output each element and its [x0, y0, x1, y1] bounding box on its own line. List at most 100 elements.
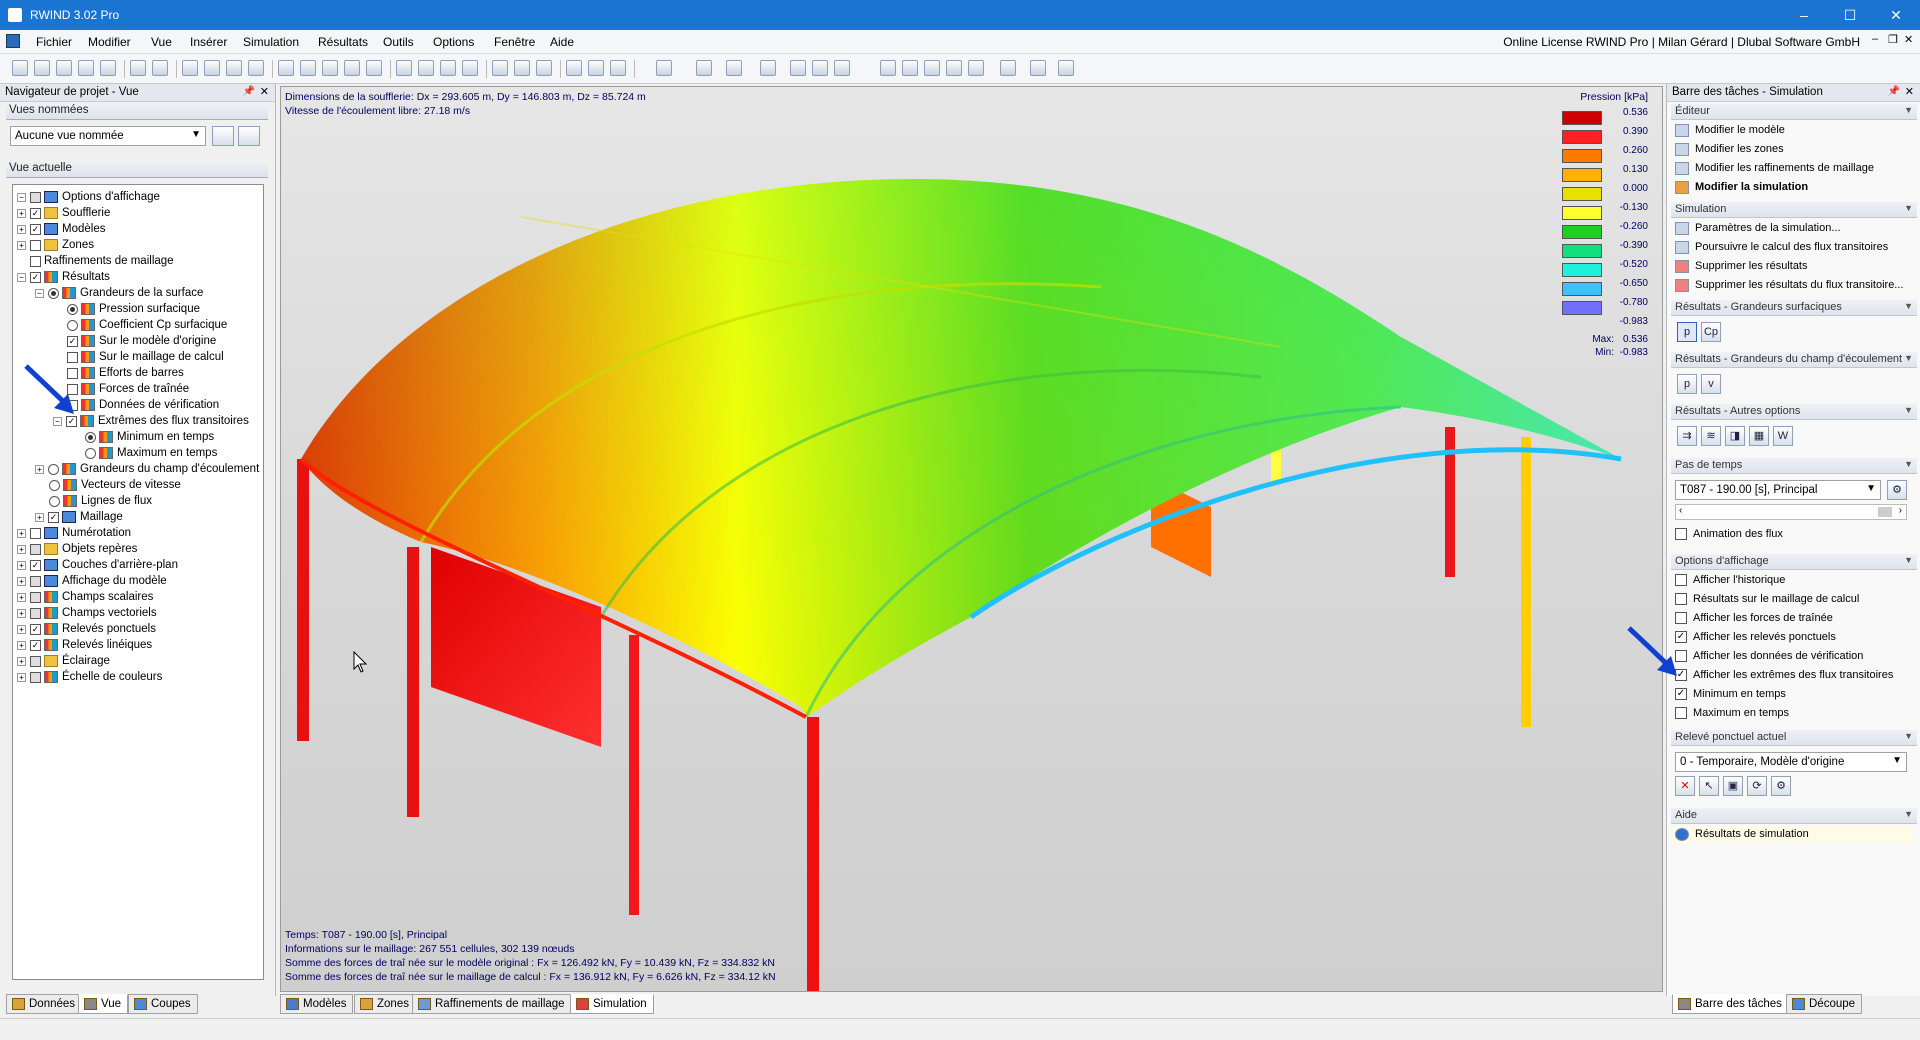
tree-node-vecteurs-vitesse[interactable]: Vecteurs de vitesse: [49, 477, 181, 493]
menu-aide[interactable]: Aide: [550, 35, 574, 49]
delete-transient-item[interactable]: Supprimer les résultats du flux transito…: [1675, 277, 1903, 294]
section-editeur[interactable]: Éditeur ▼: [1671, 104, 1917, 120]
mdi-restore-icon[interactable]: ❐: [1888, 33, 1898, 46]
streamlines-button[interactable]: ≋: [1701, 426, 1721, 446]
view-iso-icon[interactable]: [566, 60, 582, 76]
timestep-slider[interactable]: ‹ ›: [1675, 504, 1907, 520]
print-icon[interactable]: [100, 60, 116, 76]
save-probe-button[interactable]: ▣: [1723, 776, 1743, 796]
zoom-fit-icon[interactable]: [462, 60, 478, 76]
tree-node-releves-ponctuels[interactable]: + ✓ Relevés ponctuels: [17, 621, 156, 637]
maximize-button[interactable]: ☐: [1828, 4, 1872, 26]
model-view-icon[interactable]: [278, 60, 294, 76]
named-view-select[interactable]: Aucune vue nommée ▼: [10, 126, 206, 146]
menu-outils[interactable]: Outils: [383, 35, 414, 49]
save-icon[interactable]: [56, 60, 72, 76]
probe-select[interactable]: 0 - Temporaire, Modèle d'origine ▼: [1675, 752, 1907, 772]
surface-icon[interactable]: [902, 60, 918, 76]
menu-fenetre[interactable]: Fenêtre: [494, 35, 535, 49]
zoom-all-icon[interactable]: [418, 60, 434, 76]
edit-mesh-item[interactable]: Modifier les raffinements de maillage: [1675, 160, 1874, 177]
grid-icon[interactable]: [182, 60, 198, 76]
tab-barre-taches[interactable]: Barre des tâches: [1672, 994, 1789, 1014]
refresh-probe-button[interactable]: ⟳: [1747, 776, 1767, 796]
tab-vue[interactable]: Vue: [78, 994, 129, 1014]
close-button[interactable]: ✕: [1874, 4, 1918, 26]
surface-pressure-button[interactable]: p: [1677, 322, 1697, 342]
tree-node-lignes-flux[interactable]: Lignes de flux: [49, 493, 152, 509]
slider-right-icon[interactable]: ›: [1899, 505, 1902, 516]
tab-zones[interactable]: Zones: [354, 994, 416, 1014]
tree-node-extremes-flux[interactable]: − ✓ Extrêmes des flux transitoires: [53, 413, 249, 429]
pin-icon[interactable]: 📌: [243, 86, 255, 97]
tree-node-maximum-temps[interactable]: Maximum en temps: [85, 445, 217, 461]
opt-historique[interactable]: Afficher l'historique: [1675, 572, 1785, 589]
tree-node-donnees-verification[interactable]: Données de vérification: [67, 397, 219, 413]
sim-parameters-item[interactable]: Paramètres de la simulation...: [1675, 220, 1841, 237]
tree-node-minimum-temps[interactable]: Minimum en temps: [85, 429, 214, 445]
report-button[interactable]: W: [1773, 426, 1793, 446]
tree-node-zones[interactable]: + Zones: [17, 237, 94, 253]
tree-node-forces-trainee[interactable]: Forces de traînée: [67, 381, 189, 397]
tree-node-releves-lineiques[interactable]: + ✓ Relevés linéiques: [17, 637, 152, 653]
tree-node-objets-reperes[interactable]: + Objets repères: [17, 541, 137, 557]
vectors-button[interactable]: ⇉: [1677, 426, 1697, 446]
flow-velocity-button[interactable]: v: [1701, 374, 1721, 394]
close-panel-icon[interactable]: ✕: [1905, 85, 1914, 98]
menu-modifier[interactable]: Modifier: [88, 35, 131, 49]
opt-donnees-verification[interactable]: Afficher les données de vérification: [1675, 648, 1863, 665]
opt-minimum-temps[interactable]: ✓ Minimum en temps: [1675, 686, 1786, 703]
opt-forces-trainee[interactable]: Afficher les forces de traînée: [1675, 610, 1833, 627]
section-timestep[interactable]: Pas de temps ▼: [1671, 458, 1917, 474]
section-display-options[interactable]: Options d'affichage ▼: [1671, 554, 1917, 570]
tree-node-pression[interactable]: Pression surfacique: [67, 301, 200, 317]
tree-node-cp[interactable]: Coefficient Cp surfacique: [67, 317, 227, 333]
flow-pressure-button[interactable]: p: [1677, 374, 1697, 394]
clip-icon[interactable]: [726, 60, 742, 76]
tree-node-raffinements[interactable]: Raffinements de maillage: [17, 253, 174, 269]
undo-icon[interactable]: [130, 60, 146, 76]
3d-viewport[interactable]: Dimensions de la soufflerie: Dx = 293.60…: [280, 86, 1663, 992]
redo-icon[interactable]: [152, 60, 168, 76]
surface-cp-button[interactable]: Cp: [1701, 322, 1721, 342]
tree-node-options[interactable]: − Options d'affichage: [17, 189, 160, 205]
help-item[interactable]: Résultats de simulation: [1671, 826, 1913, 843]
tab-donnees[interactable]: Données: [6, 994, 83, 1014]
line-icon[interactable]: [946, 60, 962, 76]
tree-node-modeles[interactable]: + ✓ Modèles: [17, 221, 105, 237]
app-menu-icon[interactable]: [6, 34, 20, 48]
tab-raffinements[interactable]: Raffinements de maillage: [412, 994, 572, 1014]
section-res-other[interactable]: Résultats - Autres options ▼: [1671, 404, 1917, 420]
opt-releves-ponctuels[interactable]: ✓ Afficher les relevés ponctuels: [1675, 629, 1836, 646]
tree-node-echelle-couleurs[interactable]: + Échelle de couleurs: [17, 669, 162, 685]
save-view-button[interactable]: [212, 126, 234, 146]
save-as-icon[interactable]: [78, 60, 94, 76]
menu-inserer[interactable]: Insérer: [190, 35, 227, 49]
view-front-icon[interactable]: [588, 60, 604, 76]
section-res-surface[interactable]: Résultats - Grandeurs surfaciques ▼: [1671, 300, 1917, 316]
view-top-icon[interactable]: [610, 60, 626, 76]
edit-simulation-item[interactable]: Modifier la simulation: [1675, 179, 1808, 196]
color-scale-icon[interactable]: [812, 60, 828, 76]
tree-node-eclairage[interactable]: + Éclairage: [17, 653, 110, 669]
tab-decoupe[interactable]: Découpe: [1786, 994, 1863, 1014]
pick-probe-button[interactable]: ↖: [1699, 776, 1719, 796]
continue-calc-item[interactable]: Poursuivre le calcul des flux transitoir…: [1675, 239, 1888, 256]
mdi-close-icon[interactable]: ✕: [1904, 33, 1913, 46]
tools-icon[interactable]: [1058, 60, 1074, 76]
node-icon[interactable]: [968, 60, 984, 76]
opt-maximum-temps[interactable]: Maximum en temps: [1675, 705, 1789, 722]
open-file-icon[interactable]: [34, 60, 50, 76]
section-probe[interactable]: Relevé ponctuel actuel ▼: [1671, 730, 1917, 746]
opt-extremes-flux[interactable]: ✓ Afficher les extrêmes des flux transito…: [1675, 667, 1893, 684]
menu-resultats[interactable]: Résultats: [318, 35, 368, 49]
timestep-select[interactable]: T087 - 190.00 [s], Principal ▼: [1675, 480, 1881, 500]
delete-probe-button[interactable]: ✕: [1675, 776, 1695, 796]
tree-node-affichage-modele[interactable]: + Affichage du modèle: [17, 573, 167, 589]
pan-icon[interactable]: [514, 60, 530, 76]
edit-zones-item[interactable]: Modifier les zones: [1675, 141, 1784, 158]
close-panel-icon[interactable]: ✕: [260, 85, 269, 98]
settings-icon[interactable]: [1030, 60, 1046, 76]
tree-node-modele-origine[interactable]: ✓ Sur le modèle d'origine: [67, 333, 216, 349]
manage-views-button[interactable]: [238, 126, 260, 146]
